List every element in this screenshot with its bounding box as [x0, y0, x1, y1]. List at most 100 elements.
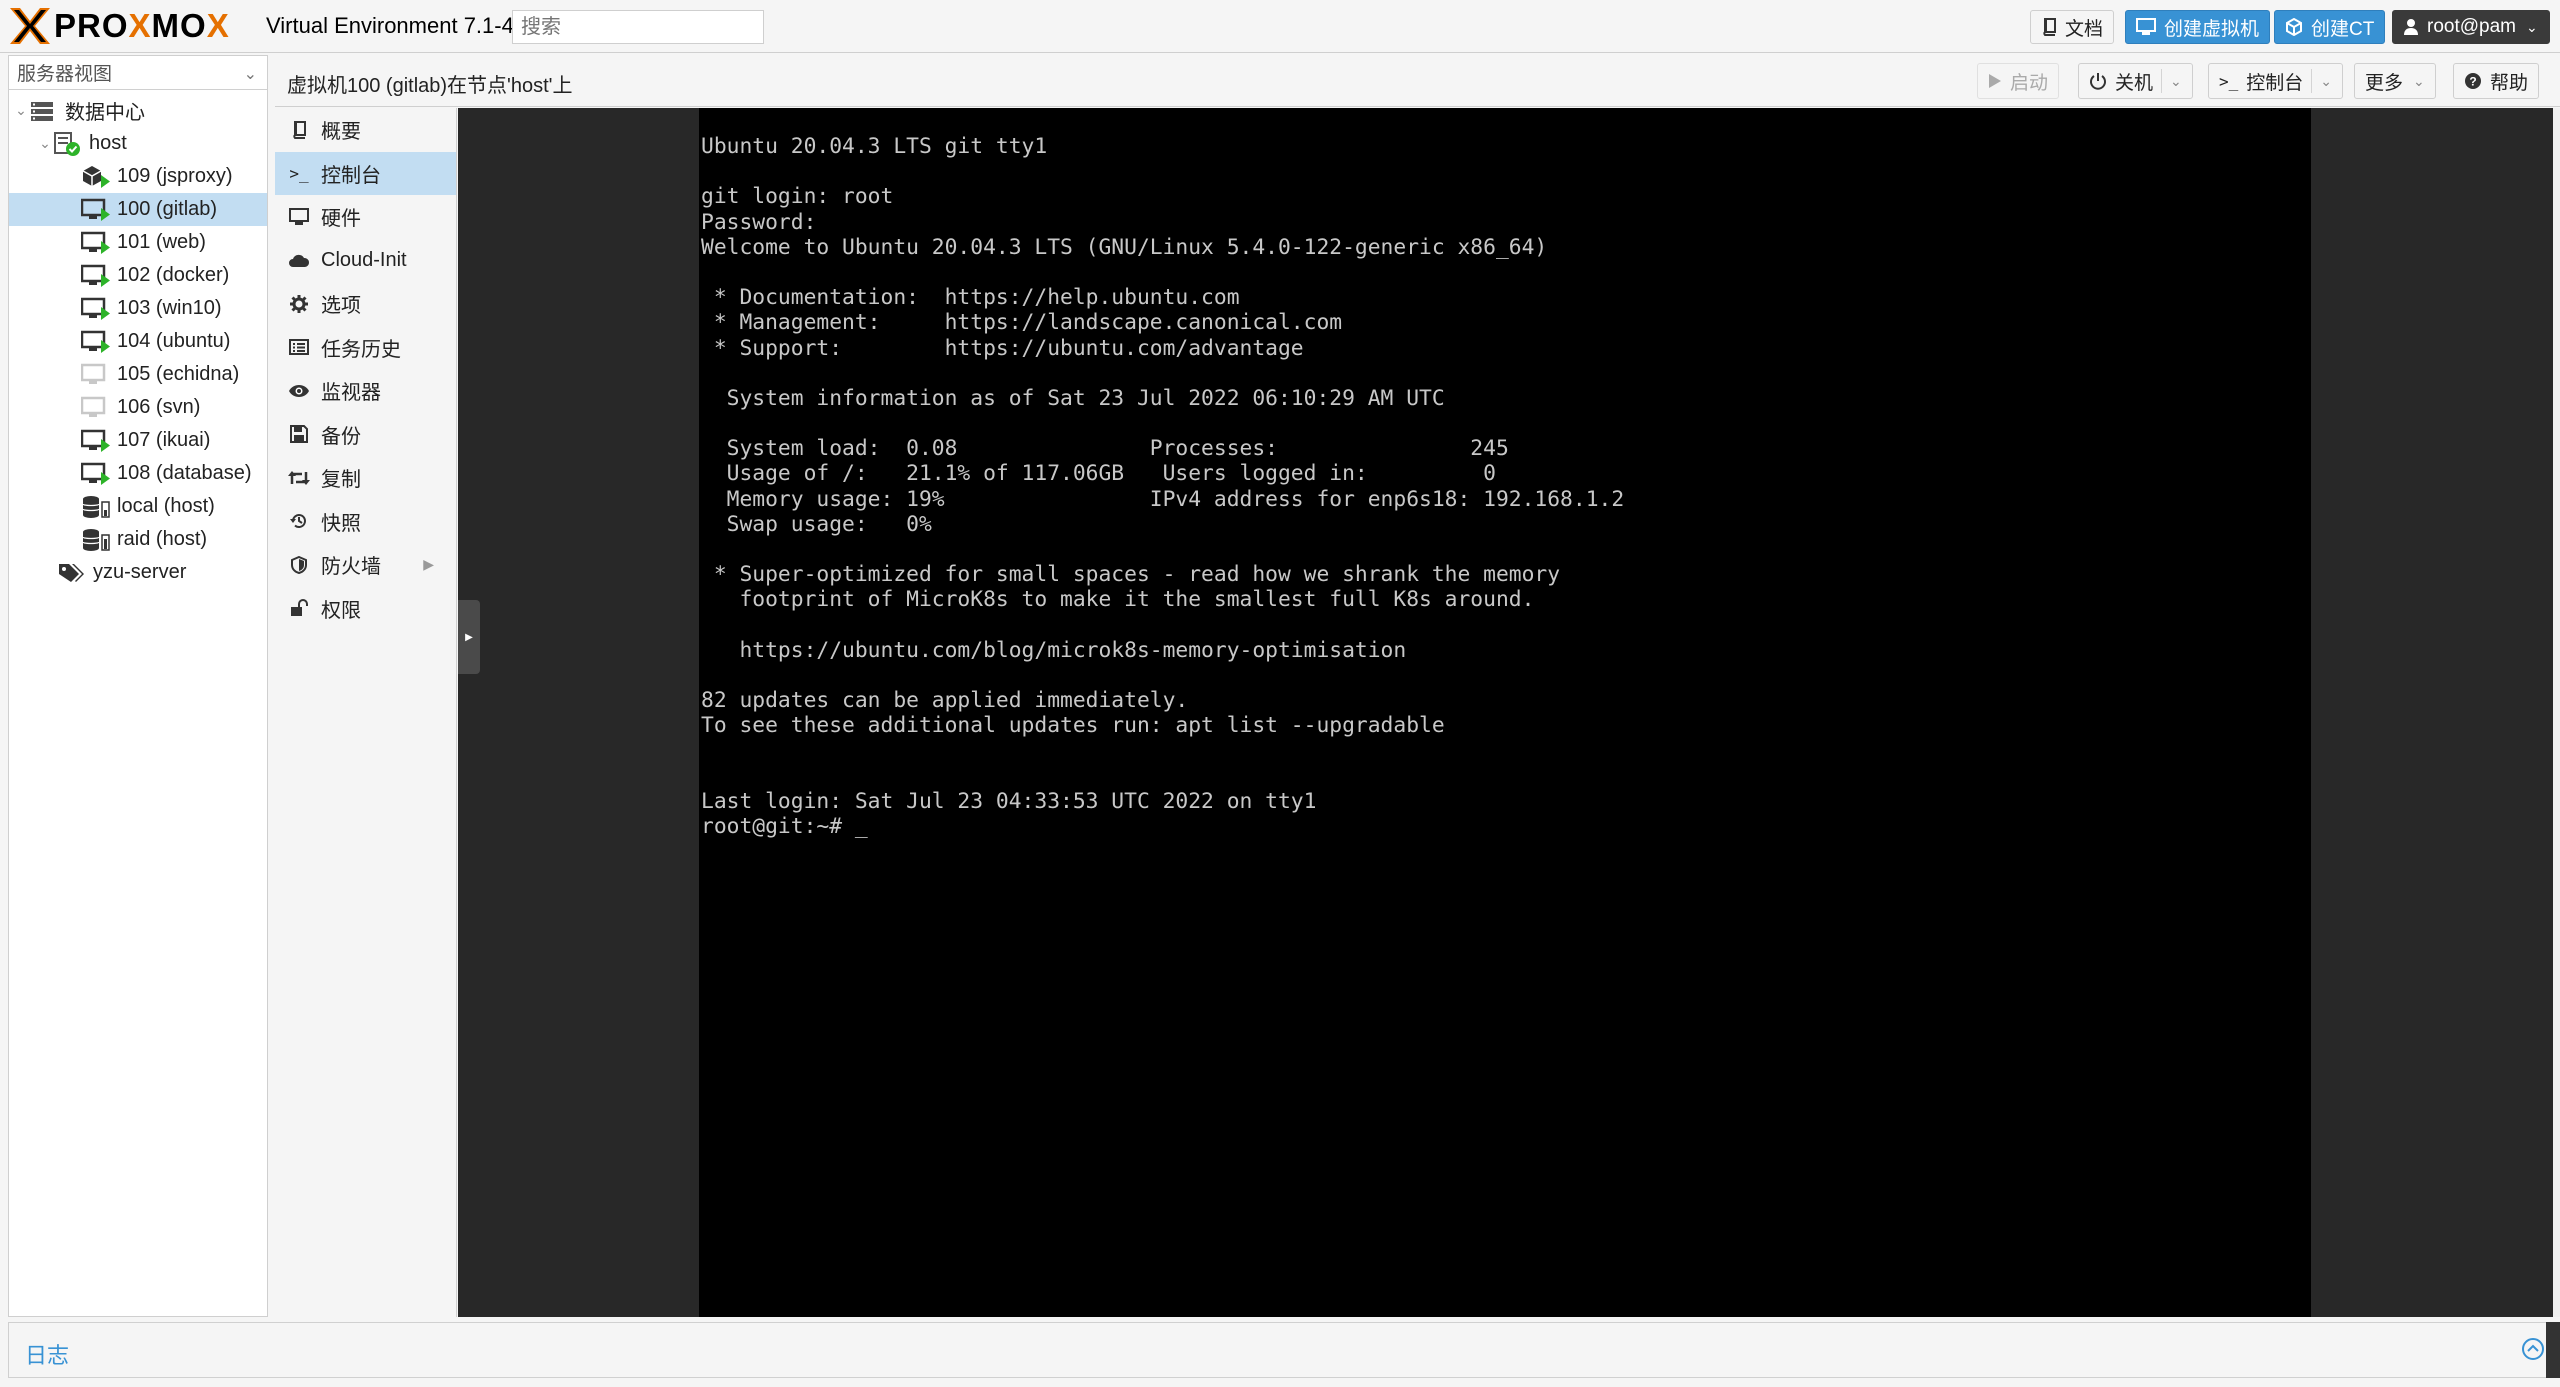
collapse-handle[interactable]: ▶	[458, 600, 480, 674]
terminal-line: https://ubuntu.com/blog/microk8s-memory-…	[701, 637, 1407, 663]
nav-item-task-history[interactable]: 任务历史	[275, 326, 456, 370]
history-icon	[287, 512, 311, 530]
book-icon	[287, 120, 311, 139]
tree-label: host	[89, 132, 127, 154]
search-input[interactable]	[512, 10, 764, 44]
log-panel[interactable]: 日志	[8, 1322, 2552, 1378]
page-title: 虚拟机100 (gitlab)在节点'host'上	[287, 75, 573, 97]
docs-button[interactable]: 文档	[2030, 10, 2115, 44]
tree-item-guest[interactable]: 105 (echidna)	[9, 358, 267, 391]
tags-icon	[57, 560, 87, 586]
server-icon	[29, 98, 59, 124]
terminal-icon: >_	[289, 163, 309, 183]
tree-item-guest[interactable]: 101 (web)	[9, 226, 267, 259]
nav-item-firewall[interactable]: 防火墙 ▶	[275, 543, 456, 587]
nav-label: 控制台	[321, 164, 381, 187]
nav-label: 任务历史	[321, 338, 401, 361]
tree-item-guest[interactable]: 108 (database)	[9, 457, 267, 490]
floppy-icon	[287, 425, 311, 444]
vnc-console[interactable]: Ubuntu 20.04.3 LTS git tty1 git login: ro…	[458, 108, 2553, 1317]
resource-tree-panel: 服务器视图 ⌄ ⌄ 数据中心 ⌄ host 109 (jsproxy) 100 …	[8, 55, 268, 1317]
nav-item-permissions[interactable]: 权限	[275, 587, 456, 631]
tree-guest-list: 109 (jsproxy) 100 (gitlab) 101 (web) 102…	[9, 160, 267, 556]
tree-item-guest[interactable]: 106 (svn)	[9, 391, 267, 424]
nav-item-console[interactable]: >_ 控制台	[275, 151, 456, 195]
tree-item-guest-selected[interactable]: 100 (gitlab)	[9, 193, 267, 226]
nav-item-snapshots[interactable]: 快照	[275, 500, 456, 544]
gear-icon	[287, 294, 311, 313]
start-button[interactable]: 启动	[1977, 63, 2060, 99]
collapse-icon[interactable]: ⌄	[37, 135, 53, 152]
tree-item-node-host[interactable]: ⌄ host	[9, 127, 267, 160]
console-screen[interactable]: Ubuntu 20.04.3 LTS git tty1 git login: ro…	[699, 108, 2311, 1317]
help-icon: ?	[2464, 72, 2482, 90]
nav-item-summary[interactable]: 概要	[275, 108, 456, 152]
power-icon	[2089, 72, 2107, 90]
tree-item-guest[interactable]: 107 (ikuai)	[9, 424, 267, 457]
create-vm-button[interactable]: 创建虚拟机	[2125, 10, 2271, 44]
shutdown-label: 关机	[2115, 72, 2154, 94]
tree-item-datacenter[interactable]: ⌄ 数据中心	[9, 94, 267, 127]
terminal-line: System information as of Sat 23 Jul 2022…	[701, 385, 1445, 411]
nav-label: 权限	[321, 599, 361, 622]
tree-item-storage[interactable]: local (host)	[9, 490, 267, 523]
nav-item-options[interactable]: 选项	[275, 282, 456, 326]
tree-item-storage[interactable]: raid (host)	[9, 523, 267, 556]
shutdown-button[interactable]: 关机 ⌄	[2078, 63, 2193, 99]
create-ct-button[interactable]: 创建CT	[2274, 10, 2386, 44]
terminal-line: Ubuntu 20.04.3 LTS git tty1	[701, 134, 1048, 159]
eye-icon	[287, 384, 311, 398]
nav-label: 硬件	[321, 208, 361, 231]
node-online-icon	[53, 131, 83, 157]
nav-label: 选项	[321, 295, 361, 318]
chevron-down-icon: ⌄	[2413, 72, 2425, 89]
help-button[interactable]: ? 帮助	[2453, 63, 2540, 99]
more-button[interactable]: 更多 ⌄	[2354, 63, 2436, 99]
tree-label: 105 (echidna)	[117, 363, 240, 385]
nav-label: 复制	[321, 469, 361, 492]
chevron-down-icon: ⌄	[2526, 18, 2538, 35]
container-running-icon	[81, 164, 111, 190]
proxmox-logo[interactable]: PROXMOX	[8, 6, 230, 46]
terminal-line: * Support: https://ubuntu.com/advantage	[701, 335, 1304, 361]
terminal-line: Password:	[701, 209, 817, 235]
vertical-scrollbar[interactable]	[2553, 108, 2560, 1317]
view-selector-value: 服务器视图	[17, 64, 113, 85]
terminal-icon: >_	[2219, 71, 2239, 91]
nav-label: Cloud-Init	[321, 248, 407, 271]
vm-running-icon	[81, 428, 111, 454]
nav-item-hardware[interactable]: 硬件	[275, 195, 456, 239]
user-menu-button[interactable]: root@pam ⌄	[2392, 10, 2550, 44]
tree-item-guest[interactable]: 102 (docker)	[9, 259, 267, 292]
nav-label: 概要	[321, 121, 361, 144]
nav-item-backup[interactable]: 备份	[275, 413, 456, 457]
terminal-line: git login: root	[701, 184, 894, 210]
tree-item-guest[interactable]: 103 (win10)	[9, 292, 267, 325]
svg-text:?: ?	[2469, 75, 2476, 89]
nav-item-cloud-init[interactable]: Cloud-Init	[275, 239, 456, 283]
window-edge	[2546, 1322, 2560, 1378]
expand-arrow-icon[interactable]: ▶	[423, 556, 434, 573]
tree-item-guest[interactable]: 109 (jsproxy)	[9, 160, 267, 193]
view-selector[interactable]: 服务器视图 ⌄	[9, 56, 267, 90]
tree-item-pool[interactable]: yzu-server	[9, 556, 267, 589]
chevron-down-icon[interactable]: ⌄	[2170, 73, 2182, 90]
chevron-down-icon[interactable]: ⌄	[2320, 73, 2332, 90]
vm-stopped-icon	[81, 362, 111, 388]
nav-item-replication[interactable]: 复制	[275, 456, 456, 500]
console-label: 控制台	[2246, 72, 2304, 94]
tree-item-guest[interactable]: 104 (ubuntu)	[9, 325, 267, 358]
tree-label: 108 (database)	[117, 462, 252, 484]
console-button[interactable]: >_ 控制台 ⌄	[2208, 63, 2344, 99]
expand-log-button[interactable]	[2521, 1337, 2545, 1367]
terminal-line: footprint of MicroK8s to make it the sma…	[701, 587, 1535, 613]
tree-label: local (host)	[117, 495, 215, 517]
logo-part-x2: X	[206, 7, 230, 44]
collapse-icon[interactable]: ⌄	[13, 102, 29, 119]
nav-item-monitor[interactable]: 监视器	[275, 369, 456, 413]
